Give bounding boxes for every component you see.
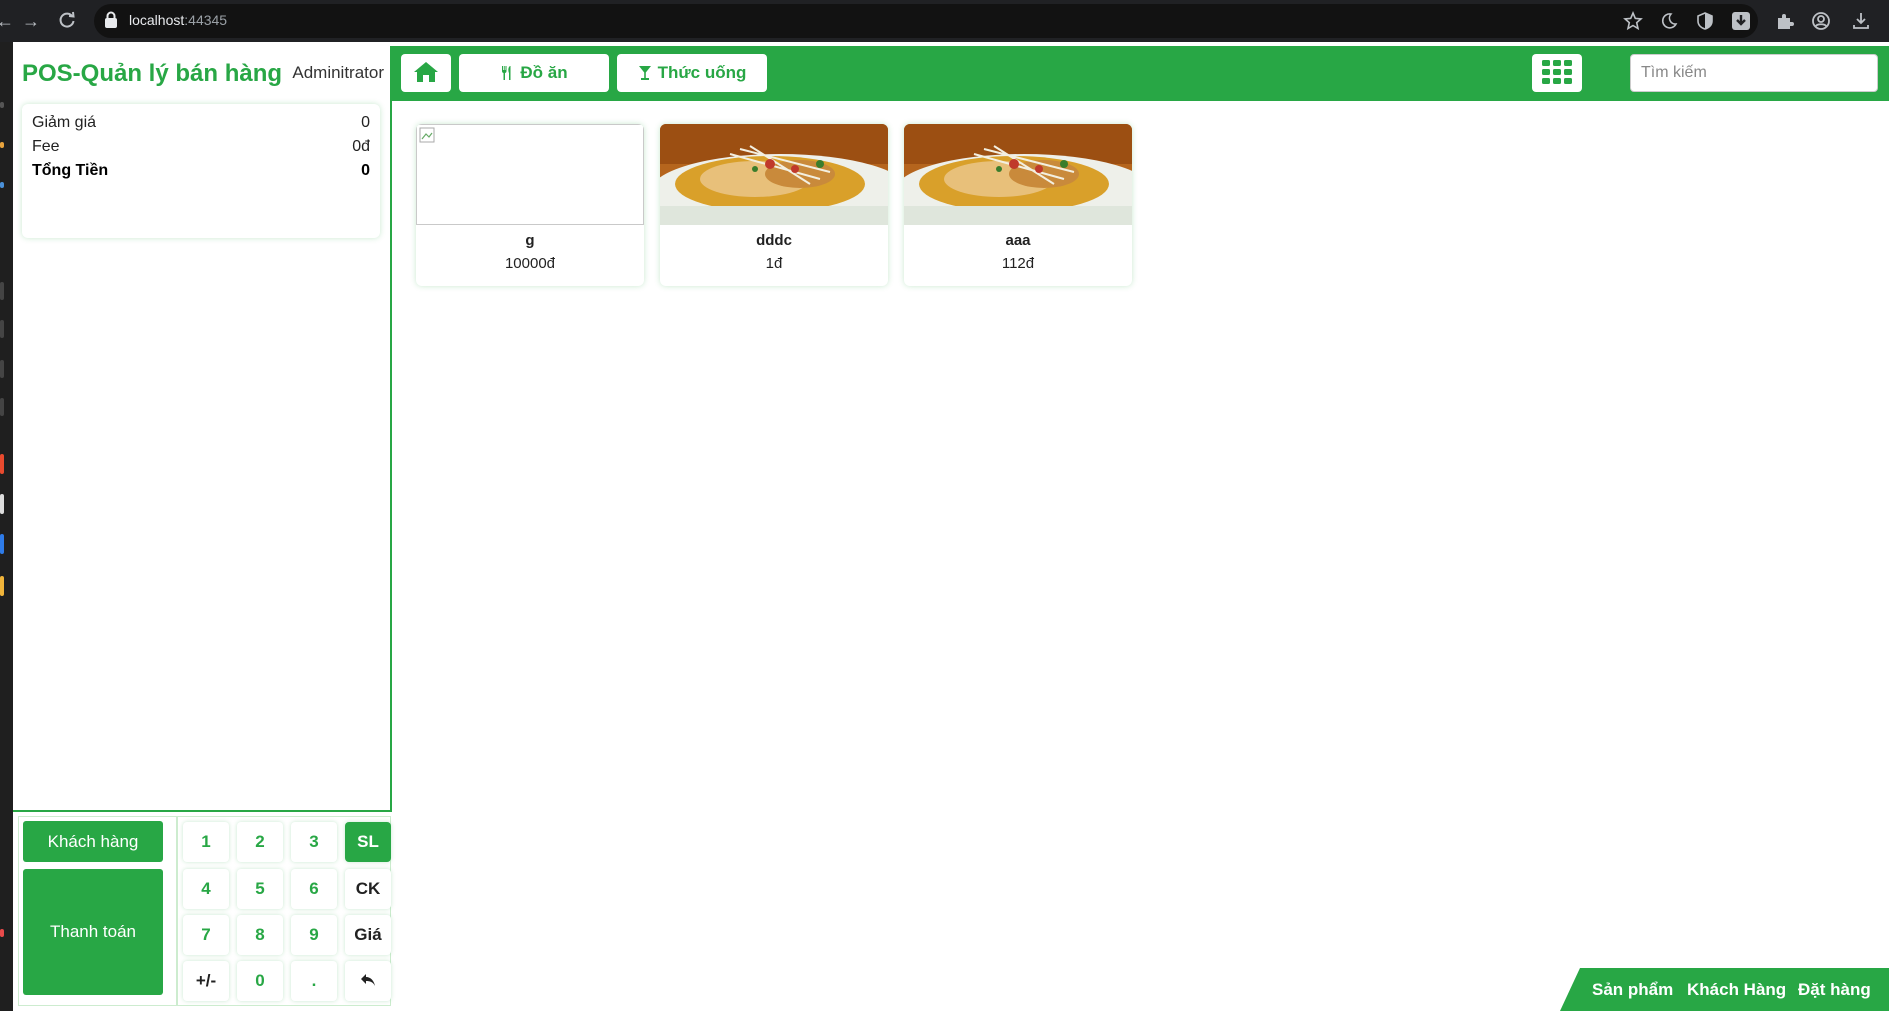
forward-icon[interactable]: → bbox=[20, 10, 42, 32]
download-arrow-icon[interactable] bbox=[1730, 10, 1752, 32]
shield-icon[interactable] bbox=[1694, 10, 1716, 32]
product-name: aaa bbox=[1005, 232, 1031, 249]
nav-orders[interactable]: Đặt hàng bbox=[1798, 980, 1871, 1000]
key-4[interactable]: 4 bbox=[183, 869, 229, 909]
broken-image-icon bbox=[419, 127, 435, 143]
key-9[interactable]: 9 bbox=[291, 915, 337, 955]
customer-button[interactable]: Khách hàng bbox=[23, 821, 163, 862]
bottom-nav: Sản phẩm Khách Hàng Đặt hàng bbox=[1560, 968, 1889, 1011]
product-price: 10000đ bbox=[504, 255, 556, 272]
key-3[interactable]: 3 bbox=[291, 822, 337, 862]
user-name[interactable]: Adminitrator bbox=[292, 63, 384, 83]
nav-customers[interactable]: Khách Hàng bbox=[1687, 980, 1786, 1000]
key-2[interactable]: 2 bbox=[237, 822, 283, 862]
product-price: 112đ bbox=[1001, 255, 1035, 272]
product-card[interactable]: aaa 112đ bbox=[904, 124, 1132, 286]
checkout-button[interactable]: Thanh toán bbox=[23, 869, 163, 995]
product-card[interactable]: dddc 1đ bbox=[660, 124, 888, 286]
discount-label: Giảm giá bbox=[32, 114, 97, 131]
tab-food[interactable]: Đồ ăn bbox=[459, 54, 609, 92]
product-image-placeholder bbox=[416, 124, 644, 225]
food-photo bbox=[904, 124, 1132, 225]
order-summary: Giảm giá 0 Fee 0đ Tổng Tiền 0 bbox=[22, 104, 380, 238]
home-button[interactable] bbox=[401, 54, 451, 92]
browser-toolbar: ← → localhost:44345 bbox=[0, 0, 1889, 42]
total-row: Tổng Tiền 0 bbox=[32, 162, 370, 186]
key-0[interactable]: 0 bbox=[237, 961, 283, 1001]
downloads-icon[interactable] bbox=[1850, 10, 1872, 32]
key-price[interactable]: Giá bbox=[345, 915, 391, 955]
search-input[interactable] bbox=[1630, 54, 1878, 92]
key-dot[interactable]: . bbox=[291, 961, 337, 1001]
key-discount[interactable]: CK bbox=[345, 869, 391, 909]
key-quantity[interactable]: SL bbox=[345, 822, 391, 862]
discount-row: Giảm giá 0 bbox=[32, 114, 370, 138]
key-5[interactable]: 5 bbox=[237, 869, 283, 909]
fee-row: Fee 0đ bbox=[32, 138, 370, 162]
numeric-keypad: 1 2 3 SL 4 5 6 CK 7 8 9 Giá +/- 0 . bbox=[177, 816, 391, 1006]
nav-products[interactable]: Sản phẩm bbox=[1592, 980, 1673, 1000]
order-panel: POS-Quản lý bán hàng Adminitrator Giảm g… bbox=[13, 46, 392, 1011]
url-text: localhost:44345 bbox=[129, 12, 228, 28]
key-8[interactable]: 8 bbox=[237, 915, 283, 955]
reload-icon[interactable] bbox=[56, 10, 78, 32]
keypad-area: Khách hàng Thanh toán 1 2 3 SL 4 5 6 CK … bbox=[13, 810, 392, 1011]
key-undo[interactable] bbox=[345, 961, 391, 1001]
lock-icon bbox=[105, 11, 117, 28]
key-1[interactable]: 1 bbox=[183, 822, 229, 862]
grid-view-button[interactable] bbox=[1532, 54, 1582, 92]
tab-drinks-label: Thức uống bbox=[657, 63, 747, 82]
utensils-icon bbox=[502, 66, 511, 80]
total-value: 0 bbox=[361, 162, 370, 179]
address-bar[interactable] bbox=[94, 4, 1758, 38]
product-card[interactable]: g 10000đ bbox=[416, 124, 644, 286]
key-6[interactable]: 6 bbox=[291, 869, 337, 909]
key-7[interactable]: 7 bbox=[183, 915, 229, 955]
total-label: Tổng Tiền bbox=[32, 162, 109, 179]
bookmark-star-icon[interactable] bbox=[1622, 10, 1644, 32]
bookmark-side-strip bbox=[0, 42, 13, 1011]
back-icon[interactable]: ← bbox=[0, 10, 16, 32]
dark-mode-icon[interactable] bbox=[1658, 10, 1680, 32]
tab-drinks[interactable]: Thức uống bbox=[617, 54, 767, 92]
action-buttons: Khách hàng Thanh toán bbox=[18, 816, 177, 1006]
food-photo bbox=[660, 124, 888, 225]
product-price: 1đ bbox=[765, 255, 783, 272]
product-name: dddc bbox=[756, 232, 792, 249]
product-name: g bbox=[525, 232, 535, 249]
discount-value: 0 bbox=[361, 114, 370, 131]
fee-value: 0đ bbox=[352, 138, 370, 155]
grid-icon bbox=[1542, 60, 1572, 84]
cocktail-icon bbox=[638, 66, 651, 80]
home-icon bbox=[414, 62, 438, 82]
undo-icon bbox=[361, 974, 375, 986]
category-toolbar: Đồ ăn Thức uống bbox=[392, 46, 1889, 101]
extensions-puzzle-icon[interactable] bbox=[1774, 10, 1796, 32]
profile-icon[interactable] bbox=[1810, 10, 1832, 32]
fee-label: Fee bbox=[32, 138, 60, 155]
key-plus-minus[interactable]: +/- bbox=[183, 961, 229, 1001]
tab-food-label: Đồ ăn bbox=[520, 63, 568, 82]
app-title: POS-Quản lý bán hàng bbox=[22, 60, 283, 87]
